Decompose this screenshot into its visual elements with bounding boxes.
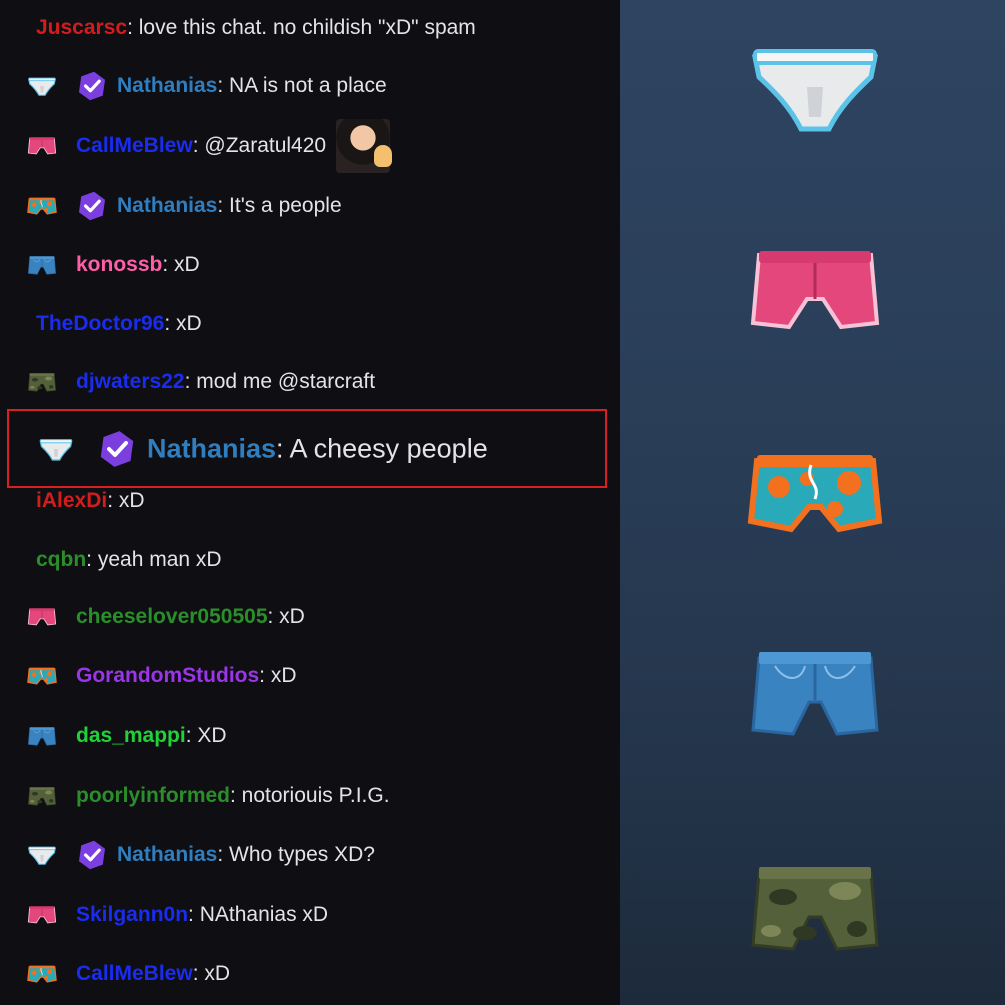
chat-username[interactable]: CallMeBlew xyxy=(76,134,193,158)
message-line: CallMeBlew: xD xyxy=(76,962,230,986)
white-briefs-icon[interactable] xyxy=(745,32,885,142)
chat-message: iAlexDi: xD xyxy=(0,481,610,521)
pink-shorts-badge-icon xyxy=(26,606,58,628)
chat-message: cqbn: yeah man xD xyxy=(0,540,610,580)
orange-trunks-badge-icon xyxy=(26,195,58,217)
chat-username[interactable]: Juscarsc xyxy=(36,16,127,40)
message-line: konossb: xD xyxy=(76,253,200,277)
message-line: poorlyinformed: notoriouis P.I.G. xyxy=(76,784,390,808)
camo-shorts-icon[interactable] xyxy=(745,852,885,962)
chat-message: Nathanias: Who types XD? xyxy=(0,835,610,875)
chat-username[interactable]: cheeselover050505 xyxy=(76,605,268,629)
pink-shorts-badge-icon xyxy=(26,135,58,157)
chat-message: Skilgann0n: NAthanias xD xyxy=(0,895,610,935)
message-line: TheDoctor96: xD xyxy=(36,312,202,336)
chat-username[interactable]: iAlexDi xyxy=(36,489,107,513)
camo-shorts-badge-icon xyxy=(26,371,58,393)
orange-trunks-icon[interactable] xyxy=(745,438,885,548)
white-briefs-badge-icon xyxy=(26,844,58,866)
chat-message-text: : Who types XD? xyxy=(217,843,375,866)
chat-message: Juscarsc: love this chat. no childish "x… xyxy=(0,8,610,48)
chat-message: konossb: xD xyxy=(0,245,610,285)
chat-message-text: : XD xyxy=(185,724,227,747)
chat-username[interactable]: Nathanias xyxy=(117,843,217,867)
highlighted-chat-message: Nathanias: A cheesy people xyxy=(7,409,607,488)
chat-username[interactable]: Skilgann0n xyxy=(76,903,188,927)
verified-badge-icon xyxy=(76,190,108,222)
verified-badge-icon xyxy=(97,429,137,469)
chat-message-text: : @Zaratul420 xyxy=(192,134,327,157)
chat-message: Nathanias: It's a people xyxy=(0,186,610,226)
chat-username[interactable]: GorandomStudios xyxy=(76,664,259,688)
message-line: GorandomStudios: xD xyxy=(76,664,297,688)
chat-message-text: : xD xyxy=(162,253,200,276)
chat-panel: Juscarsc: love this chat. no childish "x… xyxy=(0,0,620,1005)
chat-message-text: : xD xyxy=(267,605,305,628)
orange-trunks-badge-icon xyxy=(26,963,58,985)
chat-username[interactable]: poorlyinformed xyxy=(76,784,230,808)
message-line: djwaters22: mod me @starcraft xyxy=(76,370,375,394)
verified-badge-icon xyxy=(76,70,108,102)
message-line: Nathanias: NA is not a place xyxy=(117,74,387,98)
message-line: cqbn: yeah man xD xyxy=(36,548,222,572)
pink-shorts-icon[interactable] xyxy=(745,236,885,346)
chat-message-text: : xD xyxy=(164,312,202,335)
chat-message-text: : xD xyxy=(192,962,231,985)
chat-message-text: : love this chat. no childish "xD" spam xyxy=(127,16,476,39)
chat-message: Nathanias: NA is not a place xyxy=(0,66,610,106)
chat-message-text: : NAthanias xD xyxy=(188,903,329,926)
pink-shorts-badge-icon xyxy=(26,904,58,926)
chat-username[interactable]: cqbn xyxy=(36,548,86,572)
chat-message-text: : A cheesy people xyxy=(276,433,488,463)
chat-username[interactable]: konossb xyxy=(76,253,162,277)
denim-shorts-badge-icon xyxy=(26,725,58,747)
chat-message: TheDoctor96: xD xyxy=(0,304,610,344)
chat-username[interactable]: das_mappi xyxy=(76,724,186,748)
message-line: Skilgann0n: NAthanias xD xyxy=(76,903,328,927)
message-line: cheeselover050505: xD xyxy=(76,605,305,629)
chat-message-text: : yeah man xD xyxy=(86,548,222,571)
chat-message-text: : notoriouis P.I.G. xyxy=(230,784,390,807)
chat-message: djwaters22: mod me @starcraft xyxy=(0,362,610,402)
camo-shorts-badge-icon xyxy=(26,785,58,807)
chat-username[interactable]: TheDoctor96 xyxy=(36,312,164,336)
chat-message: cheeselover050505: xD xyxy=(0,597,610,637)
chat-message: das_mappi: XD xyxy=(0,716,610,756)
verified-badge-icon xyxy=(76,839,108,871)
denim-shorts-badge-icon xyxy=(26,254,58,276)
white-briefs-badge-icon xyxy=(26,75,58,97)
message-line: iAlexDi: xD xyxy=(36,489,145,513)
chat-message: CallMeBlew: @Zaratul420 xyxy=(0,119,610,173)
message-line: Nathanias: Who types XD? xyxy=(117,843,375,867)
chat-message: GorandomStudios: xD xyxy=(0,656,610,696)
chat-message-text: : NA is not a place xyxy=(217,74,387,97)
orange-trunks-badge-icon xyxy=(26,665,58,687)
chat-message: CallMeBlew: xD xyxy=(0,954,610,994)
chat-message-text: : xD xyxy=(259,664,297,687)
white-briefs-badge-icon xyxy=(37,436,75,462)
underwear-badge-panel xyxy=(620,0,1005,1005)
message-line: Nathanias: A cheesy people xyxy=(147,433,488,464)
message-line: das_mappi: XD xyxy=(76,724,227,748)
chat-username[interactable]: Nathanias xyxy=(147,433,276,464)
chat-message-text: : It's a people xyxy=(217,194,342,217)
chat-username[interactable]: CallMeBlew xyxy=(76,962,193,986)
chat-message-text: : mod me @starcraft xyxy=(184,370,376,393)
message-line: Nathanias: It's a people xyxy=(117,194,342,218)
chat-message-text: : xD xyxy=(107,489,145,512)
chat-username[interactable]: Nathanias xyxy=(117,194,217,218)
denim-shorts-icon[interactable] xyxy=(745,637,885,747)
chat-username[interactable]: Nathanias xyxy=(117,74,217,98)
message-line: CallMeBlew: @Zaratul420 xyxy=(76,119,393,173)
chat-message: poorlyinformed: notoriouis P.I.G. xyxy=(0,776,610,816)
message-line: Juscarsc: love this chat. no childish "x… xyxy=(36,16,476,40)
chat-username[interactable]: djwaters22 xyxy=(76,370,185,394)
waving-woman-emote xyxy=(336,119,393,173)
